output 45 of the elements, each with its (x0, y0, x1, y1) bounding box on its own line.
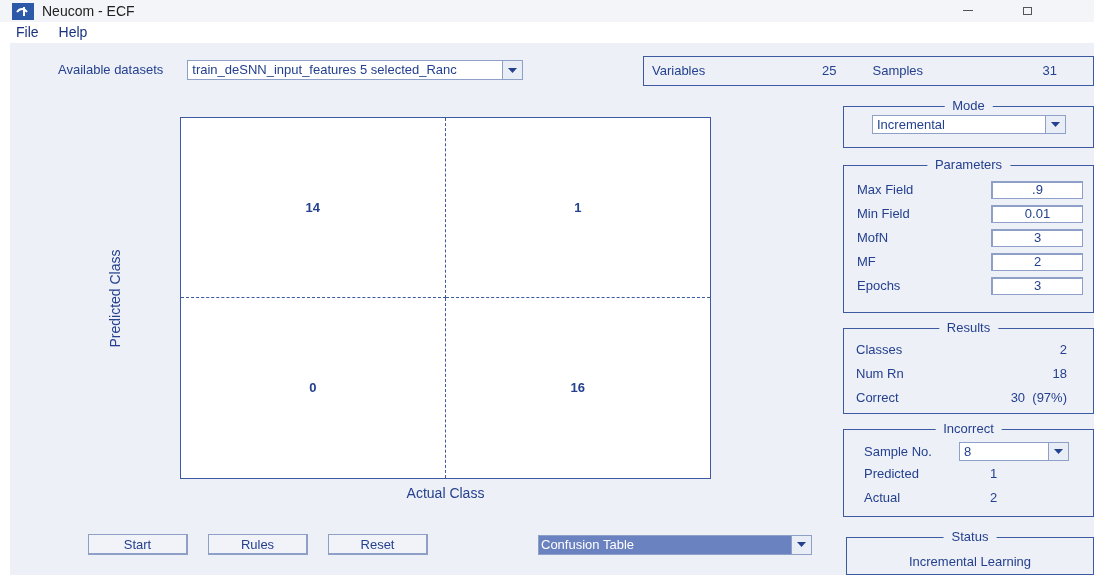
datasets-dropdown[interactable]: train_deSNN_input_features 5 selected_Ranc (187, 60, 524, 80)
result-value: 30 (97%) (1010, 388, 1067, 407)
matrix-value: 14 (305, 198, 320, 217)
axis-label: Actual Class (406, 484, 485, 503)
sample-label: Sample No. (864, 442, 933, 461)
minimize-icon[interactable] (963, 10, 973, 12)
result-value: 2 (1059, 340, 1067, 359)
incorrect-value: 2 (990, 489, 998, 508)
axis-label: Predicted Class (105, 249, 124, 347)
info-value: 25 (822, 62, 837, 81)
result-label: Num Rn (856, 364, 905, 383)
incorrect-label: Actual (864, 489, 902, 508)
status-text: Incremental Learning (908, 553, 1032, 571)
parameter-field[interactable]: .9 (991, 180, 1083, 199)
incorrect-value: 1 (990, 465, 998, 484)
window-title: Neucom - ECF (42, 1, 135, 21)
action-button[interactable]: Reset (328, 534, 428, 555)
info-label: Samples (872, 62, 924, 81)
action-button[interactable]: Rules (208, 534, 308, 555)
incorrect-label: Predicted (864, 465, 920, 484)
view-dropdown[interactable]: Confusion Table (538, 534, 812, 555)
maximize-icon[interactable] (1023, 7, 1032, 15)
info-value: 31 (1042, 62, 1057, 81)
parameter-label: MF (857, 252, 876, 271)
menu-item[interactable]: File (16, 22, 39, 43)
parameter-field[interactable]: 0.01 (991, 204, 1083, 223)
result-label: Correct (856, 388, 900, 407)
sample-dropdown[interactable]: 8 (959, 442, 1069, 461)
matrix-value: 16 (570, 379, 585, 398)
datasets-label: Available datasets (58, 61, 164, 80)
parameter-label: Min Field (857, 204, 910, 223)
matrix-value: 0 (309, 379, 317, 398)
parameter-field[interactable]: 3 (991, 276, 1083, 295)
info-label: Variables (652, 62, 706, 81)
mode-dropdown[interactable]: Incremental (872, 115, 1066, 134)
menu-item[interactable]: Help (58, 22, 88, 43)
parameter-field[interactable]: 3 (991, 228, 1083, 247)
parameter-label: Epochs (857, 276, 901, 295)
parameter-field[interactable]: 2 (991, 252, 1083, 271)
result-label: Classes (856, 340, 904, 359)
matrix-value: 1 (574, 198, 582, 217)
parameter-label: MofN (857, 228, 889, 247)
result-value: 18 (1052, 364, 1067, 383)
action-button[interactable]: Start (88, 534, 188, 555)
parameter-label: Max Field (857, 180, 914, 199)
